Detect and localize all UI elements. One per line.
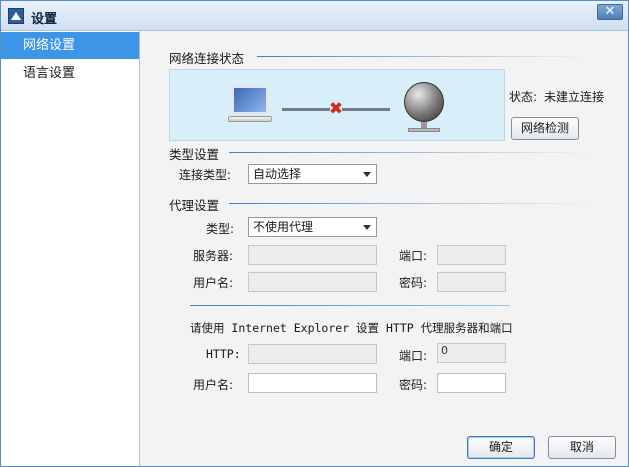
type-settings-heading: 类型设置 bbox=[169, 147, 220, 162]
ie-password-input[interactable] bbox=[437, 373, 506, 393]
chevron-down-icon bbox=[363, 225, 371, 230]
sidebar: 网络设置 语言设置 bbox=[1, 31, 140, 466]
sidebar-item-language-settings[interactable]: 语言设置 bbox=[1, 60, 139, 87]
network-status-panel: ✖ bbox=[169, 69, 505, 141]
port-input[interactable] bbox=[437, 245, 506, 265]
close-button[interactable]: ✕ bbox=[597, 4, 623, 20]
http-label: HTTP: bbox=[206, 347, 241, 361]
cancel-button[interactable]: 取消 bbox=[548, 436, 616, 459]
ie-port-label: 端口: bbox=[399, 349, 428, 363]
cable-left bbox=[282, 108, 330, 111]
proxy-password-input[interactable] bbox=[437, 272, 506, 292]
proxy-settings-heading: 代理设置 bbox=[169, 198, 220, 213]
server-input[interactable] bbox=[248, 245, 377, 265]
laptop-icon bbox=[228, 86, 272, 126]
proxy-username-label: 用户名: bbox=[193, 276, 234, 290]
app-logo-icon bbox=[8, 8, 24, 24]
server-label: 服务器: bbox=[193, 249, 234, 263]
cable-right bbox=[342, 108, 390, 111]
globe-server-icon bbox=[402, 82, 446, 134]
ie-username-input[interactable] bbox=[248, 373, 377, 393]
network-status-heading: 网络连接状态 bbox=[169, 51, 245, 66]
chevron-down-icon bbox=[363, 172, 371, 177]
proxy-type-select[interactable]: 不使用代理 bbox=[248, 217, 377, 237]
network-status-divider bbox=[257, 56, 587, 57]
status-value: 未建立连接 bbox=[544, 90, 605, 104]
ie-username-label: 用户名: bbox=[193, 378, 234, 392]
ie-proxy-divider bbox=[190, 305, 510, 306]
settings-dialog: 设置 ✕ 网络设置 语言设置 网络连接状态 ✖ 状态: 未建立连接 网络检测 类… bbox=[0, 0, 629, 467]
sidebar-item-network-settings[interactable]: 网络设置 bbox=[1, 32, 139, 59]
ie-port-input[interactable]: 0 bbox=[437, 343, 506, 363]
proxy-password-label: 密码: bbox=[399, 276, 428, 290]
status-label: 状态: bbox=[509, 90, 538, 104]
proxy-type-label: 类型: bbox=[206, 222, 235, 236]
proxy-username-input[interactable] bbox=[248, 272, 377, 292]
ok-button[interactable]: 确定 bbox=[467, 436, 535, 459]
network-check-button[interactable]: 网络检测 bbox=[511, 117, 579, 140]
proxy-type-value: 不使用代理 bbox=[253, 220, 314, 234]
connection-type-value: 自动选择 bbox=[253, 167, 302, 181]
type-settings-divider bbox=[229, 152, 589, 153]
ie-proxy-note: 请使用 Internet Explorer 设置 HTTP 代理服务器和端口 bbox=[190, 321, 513, 335]
title-bar[interactable]: 设置 ✕ bbox=[1, 1, 628, 31]
port-label: 端口: bbox=[399, 249, 428, 263]
http-input[interactable] bbox=[248, 344, 377, 364]
ie-password-label: 密码: bbox=[399, 378, 428, 392]
connection-type-label: 连接类型: bbox=[179, 168, 232, 182]
proxy-settings-divider bbox=[229, 203, 589, 204]
dialog-title: 设置 bbox=[31, 12, 58, 27]
connection-type-select[interactable]: 自动选择 bbox=[248, 164, 377, 184]
